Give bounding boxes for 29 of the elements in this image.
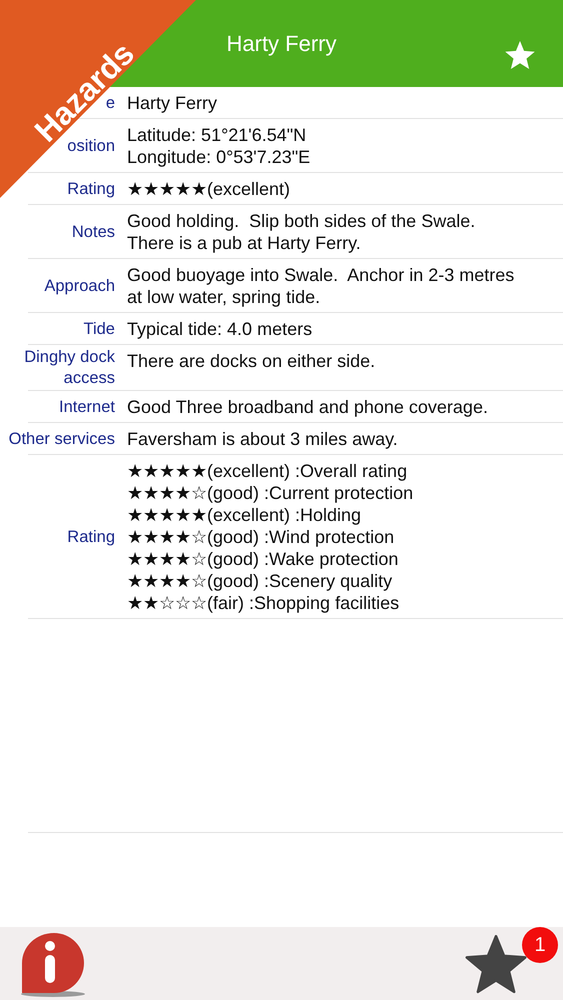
field-label: Dinghy dock access <box>23 347 115 389</box>
field-value: ★★★★★(excellent) :Overall rating <box>127 460 408 482</box>
field-label: Internet <box>59 396 115 418</box>
field-value: ★★★★★(excellent) <box>127 178 290 200</box>
header-title: Harty Ferry <box>226 30 336 58</box>
notification-badge: 1 <box>522 927 558 963</box>
field-value: ★★☆☆☆(fair) :Shopping facilities <box>127 592 400 614</box>
field-value: ★★★★☆(good) :Wake protection <box>127 548 400 570</box>
field-label: Tide <box>84 318 115 340</box>
field-value: ★★★★★(excellent) :Holding <box>127 504 362 526</box>
field-value: There is a pub at Harty Ferry. <box>127 232 362 254</box>
field-value: ★★★★☆(good) :Wind protection <box>127 526 396 548</box>
field-value: Faversham is about 3 miles away. <box>127 428 398 450</box>
field-value: at low water, spring tide. <box>127 286 322 308</box>
field-label: Notes <box>72 222 115 242</box>
field-value: Good buoyage into Swale. Anchor in 2-3 metres <box>127 264 514 286</box>
field-value: Good holding. Slip both sides of the Swale. <box>127 210 476 232</box>
field-value: There are docks on either side. <box>127 350 376 372</box>
star-icon[interactable] <box>504 41 536 71</box>
field-label: Other services <box>8 428 115 450</box>
field-value: Good Three broadband and phone coverage. <box>127 396 488 418</box>
field-value: ★★★★☆(good) :Current protection <box>127 482 414 504</box>
field-label: Rating <box>67 178 115 200</box>
field-value: ★★★★☆(good) :Scenery quality <box>127 570 394 592</box>
info-icon[interactable] <box>20 931 88 997</box>
field-value: Typical tide: 4.0 meters <box>127 318 312 340</box>
field-label: Rating <box>67 526 115 548</box>
field-label: Approach <box>44 276 115 296</box>
field-value: Longitude: 0°53'7.23"E <box>127 146 310 168</box>
